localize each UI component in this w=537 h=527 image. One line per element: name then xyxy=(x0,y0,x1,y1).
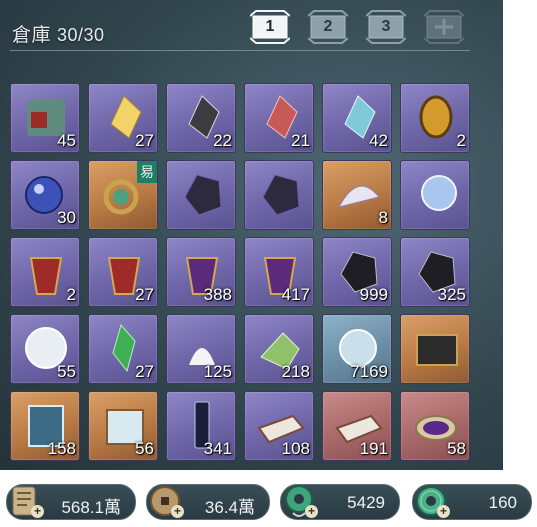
item-quantity: 22 xyxy=(213,131,232,150)
tradeable-badge: 易 xyxy=(137,161,157,183)
copper-value: 36.4萬 xyxy=(204,498,255,517)
item-quantity: 218 xyxy=(281,362,310,381)
header-divider xyxy=(10,50,470,51)
item-quantity: 27 xyxy=(135,131,154,150)
inventory-slot[interactable]: 30 xyxy=(10,160,80,230)
inventory-slot[interactable] xyxy=(400,314,470,384)
inventory-slot[interactable]: 108 xyxy=(244,391,314,461)
item-quantity: 125 xyxy=(203,362,232,381)
currency-copper[interactable]: + 36.4萬 xyxy=(146,484,270,520)
tab-1-label: 1 xyxy=(265,18,275,35)
item-quantity: 388 xyxy=(203,285,232,304)
item-quantity: 158 xyxy=(47,439,76,458)
inventory-slot[interactable]: 45 xyxy=(10,83,80,153)
inventory-slot[interactable]: 易 xyxy=(88,160,158,230)
add-copper-icon[interactable]: + xyxy=(171,505,184,518)
inventory-slot[interactable]: 42 xyxy=(322,83,392,153)
inventory-slot[interactable]: 21 xyxy=(244,83,314,153)
warehouse-capacity: 30/30 xyxy=(57,25,105,45)
inventory-slot[interactable]: 388 xyxy=(166,237,236,307)
warehouse-header: 倉庫 30/30 1 2 3 xyxy=(0,0,503,60)
item-quantity: 191 xyxy=(359,439,388,458)
item-quantity: 999 xyxy=(359,285,388,304)
tab-3[interactable]: 3 xyxy=(365,10,407,44)
inventory-slot[interactable]: 2 xyxy=(10,237,80,307)
inventory-slot[interactable] xyxy=(400,160,470,230)
inventory-slot[interactable]: 2 xyxy=(400,83,470,153)
inventory-slot[interactable] xyxy=(166,160,236,230)
item-quantity: 325 xyxy=(437,285,466,304)
currency-jade[interactable]: + 160 xyxy=(412,484,532,520)
inventory-slot[interactable]: 125 xyxy=(166,314,236,384)
red-pouch-icon xyxy=(29,257,63,295)
currency-silver[interactable]: + 568.1萬 xyxy=(6,484,136,520)
dark-ore-icon xyxy=(184,174,222,216)
inventory-slot[interactable] xyxy=(244,160,314,230)
item-quantity: 2 xyxy=(66,285,76,304)
inventory-slot[interactable]: 218 xyxy=(244,314,314,384)
item-quantity: 108 xyxy=(281,439,310,458)
inventory-slot[interactable]: 22 xyxy=(166,83,236,153)
inventory-slot[interactable]: 325 xyxy=(400,237,470,307)
inventory-slot[interactable]: 27 xyxy=(88,314,158,384)
inventory-slot[interactable]: 27 xyxy=(88,83,158,153)
amber-orb-icon xyxy=(419,95,453,139)
dark-ore-icon xyxy=(262,174,300,216)
silver-value: 568.1萬 xyxy=(61,498,121,517)
currency-bar: + 568.1萬 + 36.4萬 + 5429 + 160 xyxy=(0,474,537,527)
inventory-slot[interactable]: 191 xyxy=(322,391,392,461)
tab-3-label: 3 xyxy=(381,18,391,35)
warehouse-title-label: 倉庫 xyxy=(12,25,52,46)
tab-2-label: 2 xyxy=(323,18,333,35)
inventory-slot[interactable]: 999 xyxy=(322,237,392,307)
currency-jade-chain[interactable]: + 5429 xyxy=(280,484,400,520)
warehouse-title: 倉庫 30/30 xyxy=(12,20,105,47)
feather-fan-icon xyxy=(338,185,380,208)
item-quantity: 55 xyxy=(57,362,76,381)
item-quantity: 30 xyxy=(57,208,76,227)
warehouse-panel: 倉庫 30/30 1 2 3 45 27 22 21 42 2 30 易 8 2… xyxy=(0,0,503,470)
item-quantity: 42 xyxy=(369,131,388,150)
item-quantity: 45 xyxy=(57,131,76,150)
add-silver-icon[interactable]: + xyxy=(31,505,44,518)
inventory-slot[interactable]: 158 xyxy=(10,391,80,461)
item-quantity: 341 xyxy=(203,439,232,458)
tab-1[interactable]: 1 xyxy=(249,10,291,44)
item-quantity: 56 xyxy=(135,439,154,458)
pearl-orb-icon xyxy=(421,175,457,211)
item-quantity: 8 xyxy=(378,208,388,227)
tab-2[interactable]: 2 xyxy=(307,10,349,44)
jade-chain-value: 5429 xyxy=(347,493,385,512)
inventory-slot[interactable]: 55 xyxy=(10,314,80,384)
item-quantity: 7169 xyxy=(350,362,388,381)
inventory-slot[interactable]: 7169 xyxy=(322,314,392,384)
item-quantity: 58 xyxy=(447,439,466,458)
treasure-chest-icon xyxy=(416,334,458,366)
add-jade-chain-icon[interactable]: + xyxy=(305,505,318,518)
inventory-slot[interactable]: 27 xyxy=(88,237,158,307)
inventory-slot[interactable]: 8 xyxy=(322,160,392,230)
inventory-slot[interactable]: 58 xyxy=(400,391,470,461)
locked-tab-icon xyxy=(423,10,465,44)
item-quantity: 417 xyxy=(281,285,310,304)
inventory-slot[interactable]: 341 xyxy=(166,391,236,461)
item-quantity: 21 xyxy=(291,131,310,150)
add-jade-icon[interactable]: + xyxy=(437,505,450,518)
inventory-slot[interactable]: 417 xyxy=(244,237,314,307)
tab-locked[interactable] xyxy=(423,10,465,44)
item-quantity: 27 xyxy=(135,362,154,381)
jade-value: 160 xyxy=(488,493,517,512)
inventory-slot[interactable]: 56 xyxy=(88,391,158,461)
item-quantity: 2 xyxy=(456,131,466,150)
item-quantity: 27 xyxy=(135,285,154,304)
